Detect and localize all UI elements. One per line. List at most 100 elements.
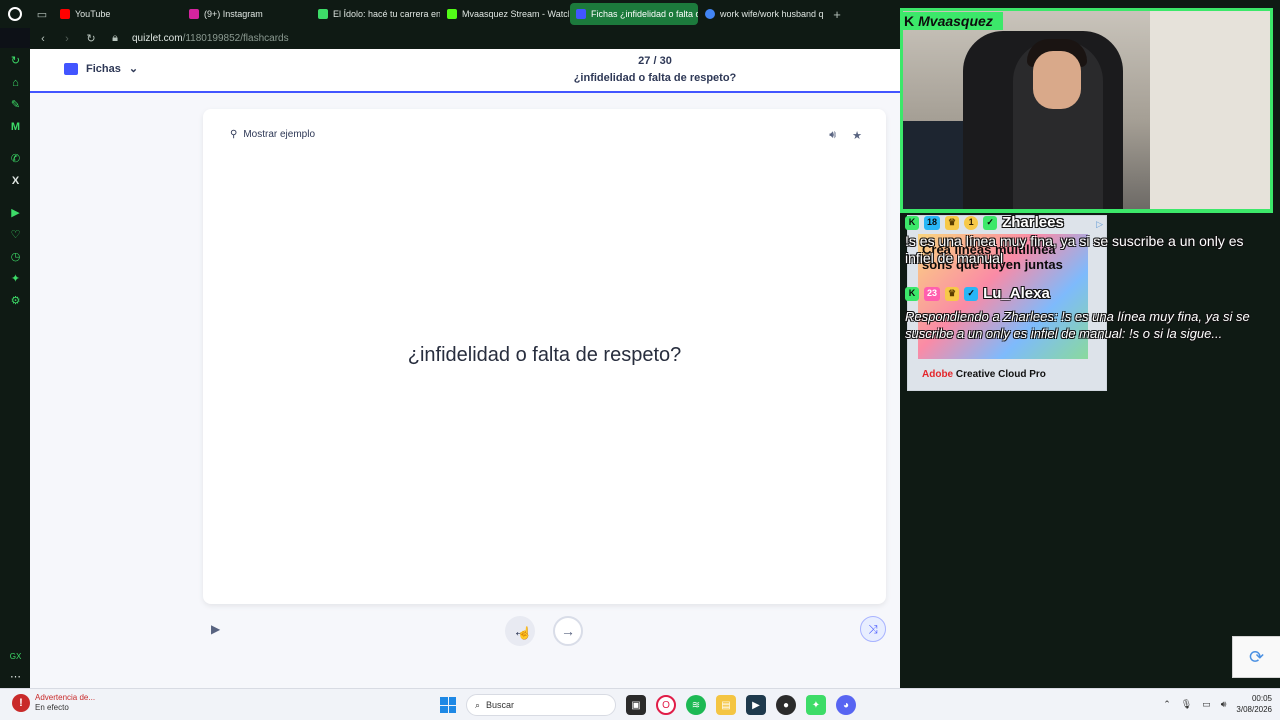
- obs-icon[interactable]: ●: [776, 695, 796, 715]
- tab-instagram[interactable]: (9+) Instagram: [183, 3, 311, 25]
- new-tab-button[interactable]: +: [828, 5, 846, 23]
- lightbulb-icon: ⚲: [230, 129, 238, 140]
- tab-menu-icon[interactable]: ▭: [30, 0, 54, 28]
- quizlet-icon: [576, 9, 586, 19]
- more-icon[interactable]: ⋯: [9, 670, 22, 683]
- quizlet-page: Fichas ⌄ 27 / 30 ¿infidelidad o falta de…: [30, 49, 900, 688]
- app-icon[interactable]: ▶: [746, 695, 766, 715]
- windows-start-icon[interactable]: [440, 697, 456, 713]
- chat-message: K 18 ♛ 1 ✓ Zharlees !s es una línea muy …: [905, 214, 1245, 267]
- el-idolo-icon: [318, 9, 328, 19]
- system-tray: ⌃ 🎙︎ ▭ 🔊︎ 00:05 3/08/2026: [1163, 693, 1272, 715]
- extensions-icon[interactable]: ✦: [9, 272, 22, 285]
- clock[interactable]: 00:05 3/08/2026: [1236, 693, 1272, 715]
- show-example-button[interactable]: ⚲ Mostrar ejemplo: [230, 129, 315, 140]
- speaker-icon[interactable]: 🔊︎: [829, 129, 836, 142]
- card-actions: 🔊︎ ★: [829, 129, 862, 142]
- stream-overlay: K Mvaasquez Crea líneas multilínea sons …: [900, 0, 1280, 688]
- streamer-name-tag: K Mvaasquez: [900, 12, 1003, 30]
- spotify-icon[interactable]: ≋: [686, 695, 706, 715]
- reload-icon[interactable]: ↻: [84, 32, 98, 45]
- sub-badge: 23: [924, 286, 941, 301]
- tab-label: Mvaasquez Stream - Watch: [462, 9, 569, 19]
- ad-brand: Adobe Creative Cloud Pro: [922, 369, 1046, 380]
- discord-icon[interactable]: ◕: [836, 695, 856, 715]
- pinboard-icon[interactable]: ✎: [9, 98, 22, 111]
- heart-icon[interactable]: ♡: [9, 228, 22, 241]
- network-icon[interactable]: ▭: [1202, 699, 1211, 710]
- forward-icon[interactable]: ›: [60, 33, 74, 45]
- chat-text: Respondiendo a Zharlees: !s es una línea…: [905, 309, 1250, 341]
- tab-label: work wife/work husband q: [720, 9, 824, 19]
- tab-youtube[interactable]: YouTube: [54, 3, 182, 25]
- file-explorer-icon[interactable]: ▤: [716, 695, 736, 715]
- card-term: ¿infidelidad o falta de respeto?: [407, 344, 682, 366]
- taskbar-search[interactable]: ⌕ Buscar: [466, 694, 616, 716]
- google-icon: [705, 9, 715, 19]
- warning-icon: !: [12, 694, 30, 712]
- next-card-button[interactable]: →: [553, 616, 583, 646]
- arrow-right-icon: →: [561, 623, 575, 639]
- opera-logo-icon[interactable]: [0, 0, 30, 28]
- gx-icon[interactable]: GX: [9, 650, 22, 663]
- gift-badge: 1: [964, 215, 979, 230]
- progress-count: 27 / 30: [638, 55, 672, 67]
- sub-badge: 18: [924, 215, 941, 230]
- kick-badge-icon: K: [905, 215, 919, 230]
- tab-label: YouTube: [75, 9, 111, 19]
- chat-text: !s es una línea muy fina, ya si se suscr…: [905, 233, 1244, 266]
- tab-label: Fichas ¿infidelidad o falta d: [591, 9, 698, 19]
- volume-icon[interactable]: 🔊︎: [1221, 699, 1227, 710]
- chat-message: K 23 ♛ ✓ Lu_Alexa Respondiendo a Zharlee…: [905, 285, 1260, 342]
- search-placeholder: Buscar: [486, 700, 515, 710]
- tab-label: El Ídolo: hacé tu carrera en: [333, 9, 440, 19]
- app-green-icon[interactable]: ✦: [806, 695, 826, 715]
- history-icon[interactable]: ↻: [9, 54, 22, 67]
- autoplay-icon[interactable]: ▶: [211, 622, 220, 636]
- task-view-icon[interactable]: ▣: [626, 695, 646, 715]
- show-example-label: Mostrar ejemplo: [243, 129, 316, 140]
- star-icon[interactable]: ★: [852, 129, 862, 142]
- chat-user: K 23 ♛ ✓ Lu_Alexa: [905, 285, 1260, 302]
- kick-logo-icon: K: [904, 13, 915, 29]
- url-path: /1180199852/flashcards: [182, 33, 289, 44]
- warning-sub: En efecto: [35, 703, 69, 712]
- shop-icon[interactable]: ⌂: [9, 76, 22, 89]
- tab-google-search[interactable]: work wife/work husband q: [699, 3, 827, 25]
- webcam-feed: [903, 11, 1270, 209]
- whatsapp-icon[interactable]: ✆: [9, 152, 22, 165]
- opera-icon[interactable]: O: [656, 695, 676, 715]
- kick-icon: [447, 9, 457, 19]
- browser-sidebar: ↻ ⌂ ✎ M ✆ X ▶ ♡ ◷ ✦ ⚙ GX ⋯: [0, 48, 30, 688]
- kick-badge-icon: K: [905, 286, 919, 301]
- date: 3/08/2026: [1236, 705, 1272, 714]
- tab-kick-stream[interactable]: Mvaasquez Stream - Watch: [441, 3, 569, 25]
- verified-badge-icon: ✓: [983, 215, 998, 230]
- warning-notification[interactable]: ! Advertencia de... En efecto: [12, 693, 95, 713]
- crown-badge-icon: ♛: [945, 286, 960, 301]
- mode-dropdown[interactable]: Fichas ⌄: [64, 62, 138, 75]
- tab-quizlet-flashcards[interactable]: Fichas ¿infidelidad o falta d: [570, 3, 698, 25]
- taskbar: ! Advertencia de... En efecto ⌕ Buscar ▣…: [0, 688, 1280, 720]
- back-icon[interactable]: ‹: [36, 33, 50, 45]
- chat-username: Zharlees: [1002, 214, 1064, 231]
- chevron-down-icon: ⌄: [128, 63, 139, 75]
- search-icon: ⌕: [475, 699, 481, 710]
- tab-el-idolo[interactable]: El Ídolo: hacé tu carrera en: [312, 3, 440, 25]
- microphone-icon[interactable]: 🎙︎: [1181, 699, 1192, 710]
- url-host: quizlet.com: [132, 33, 183, 44]
- url-field[interactable]: quizlet.com/1180199852/flashcards: [132, 33, 289, 44]
- tab-label: (9+) Instagram: [204, 9, 263, 19]
- streamer-name: Mvaasquez: [918, 13, 993, 29]
- player-icon[interactable]: ▶: [9, 206, 22, 219]
- recaptcha-icon[interactable]: ⟳: [1232, 636, 1280, 678]
- x-icon[interactable]: X: [9, 174, 22, 187]
- flashcard[interactable]: ⚲ Mostrar ejemplo 🔊︎ ★ ¿infidelidad o fa…: [203, 109, 886, 604]
- youtube-icon: [60, 9, 70, 19]
- chevron-up-icon[interactable]: ⌃: [1163, 699, 1171, 710]
- lock-icon: 🔒︎: [112, 32, 118, 44]
- shuffle-button[interactable]: ⤨: [860, 616, 886, 642]
- settings-icon[interactable]: ⚙: [9, 294, 22, 307]
- clock-icon[interactable]: ◷: [9, 250, 22, 263]
- messenger-m-icon[interactable]: M: [9, 120, 22, 133]
